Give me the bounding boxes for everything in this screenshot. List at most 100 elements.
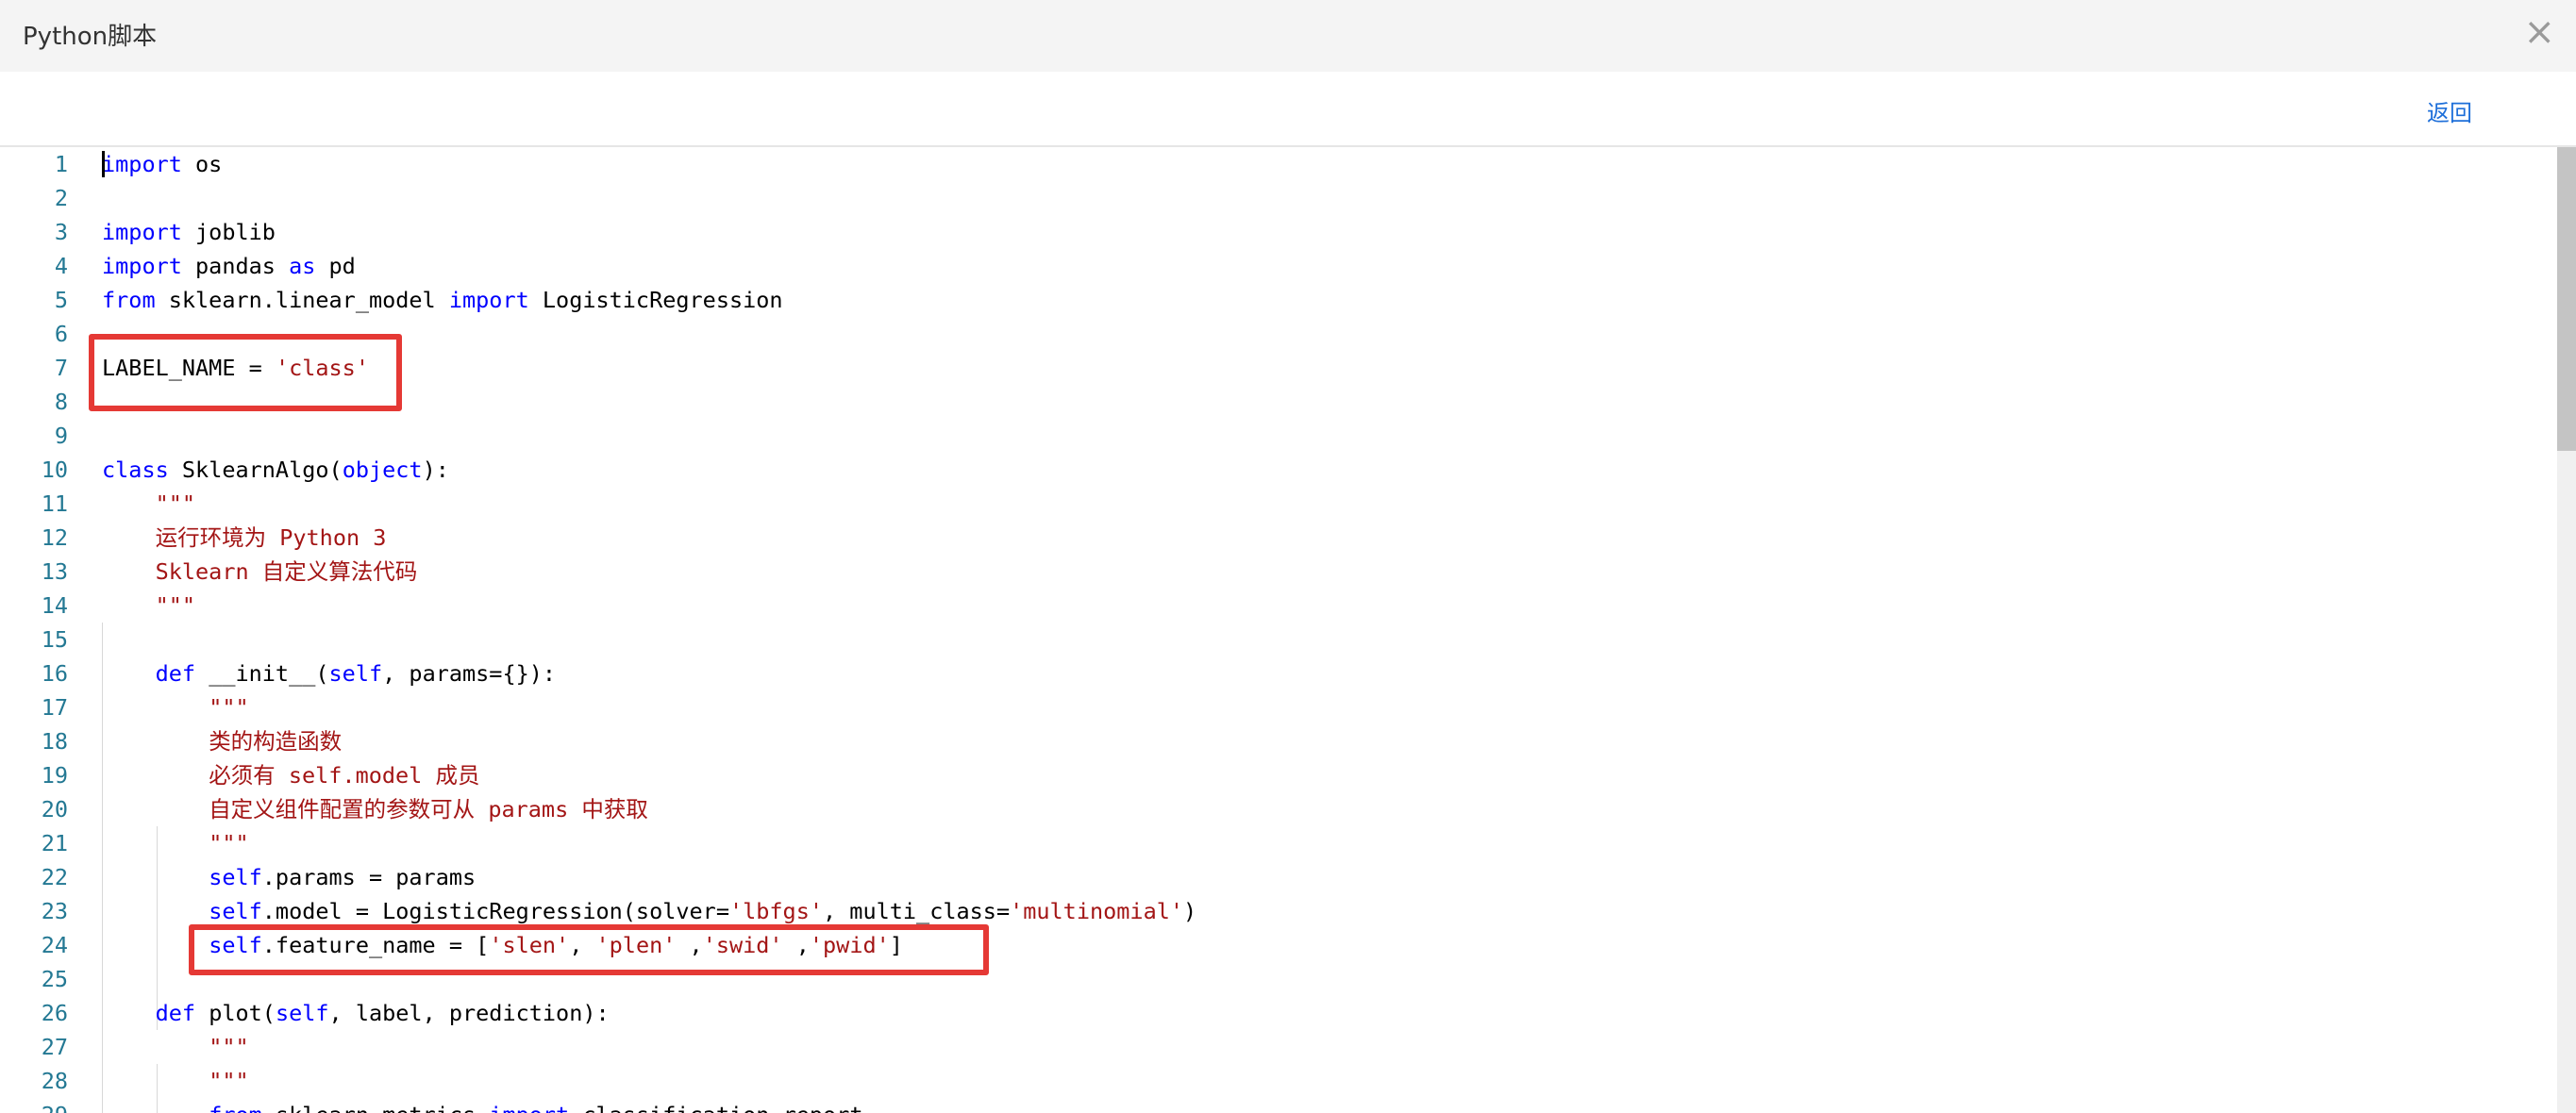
code-string: 'lbfgs': [728, 898, 824, 924]
code-keyword: import: [102, 219, 182, 245]
code-keyword: self: [209, 864, 262, 890]
code-line[interactable]: [102, 419, 2517, 453]
editor-toolbar: 返回: [0, 72, 2576, 147]
code-line[interactable]: self.params = params: [102, 860, 2517, 894]
highlight-box-feature-name: [189, 924, 989, 975]
code-keyword: def: [155, 1000, 196, 1026]
code-text: __init__(: [195, 660, 329, 687]
code-text: ):: [422, 457, 449, 483]
code-line[interactable]: import pandas as pd: [102, 249, 2517, 283]
code-string: """: [209, 1068, 249, 1094]
code-line[interactable]: [102, 181, 2517, 215]
code-line[interactable]: 必须有 self.model 成员: [102, 758, 2517, 792]
code-line[interactable]: self.model = LogisticRegression(solver='…: [102, 894, 2517, 928]
code-string: 'multinomial': [1010, 898, 1184, 924]
code-text: sklearn.metrics: [262, 1102, 490, 1113]
highlight-box-label-name: [89, 334, 402, 411]
code-line[interactable]: 自定义组件配置的参数可从 params 中获取: [102, 792, 2517, 826]
code-text: , label, prediction):: [328, 1000, 610, 1026]
line-number: 27: [41, 1034, 68, 1060]
code-line[interactable]: import joblib: [102, 215, 2517, 249]
line-number: 13: [41, 558, 68, 585]
code-string: 类的构造函数: [209, 728, 343, 755]
code-line[interactable]: from sklearn.linear_model import Logisti…: [102, 283, 2517, 317]
code-string: Sklearn 自定义算法代码: [155, 558, 418, 585]
code-line[interactable]: 类的构造函数: [102, 724, 2517, 758]
line-number: 4: [54, 253, 68, 279]
code-line[interactable]: class SklearnAlgo(object):: [102, 453, 2517, 487]
line-number: 21: [41, 830, 68, 856]
code-text: , params={}):: [382, 660, 557, 687]
code-text: sklearn.linear_model: [155, 287, 449, 313]
code-line[interactable]: """: [102, 826, 2517, 860]
line-number: 25: [41, 966, 68, 992]
close-icon[interactable]: ×: [2523, 11, 2555, 53]
code-line[interactable]: def plot(self, label, prediction):: [102, 996, 2517, 1030]
code-keyword: class: [102, 457, 169, 483]
code-keyword: self: [275, 1000, 329, 1026]
code-line[interactable]: """: [102, 690, 2517, 724]
code-text: .params = params: [261, 864, 477, 890]
code-keyword: import: [489, 1102, 569, 1113]
line-number: 17: [41, 694, 68, 721]
code-keyword: self: [328, 660, 383, 687]
code-string: 自定义组件配置的参数可从 params 中获取: [209, 796, 648, 822]
code-line[interactable]: """: [102, 487, 2517, 521]
line-number: 12: [41, 524, 68, 551]
code-line[interactable]: """: [102, 589, 2517, 623]
code-keyword: object: [342, 457, 423, 483]
line-number: 7: [54, 355, 68, 381]
code-string: """: [209, 1034, 249, 1060]
code-keyword: self: [209, 898, 262, 924]
vertical-scrollbar[interactable]: [2557, 147, 2576, 1113]
line-number: 14: [41, 592, 68, 619]
code-line[interactable]: [102, 623, 2517, 656]
line-number: 2: [54, 185, 68, 211]
line-number: 22: [41, 864, 68, 890]
code-editor[interactable]: 1 2 3 4 5 6 7 8 9 10 11 12 13 14 15 16 17 18 19 20 21 22 23 24 2…: [0, 147, 2576, 1113]
code-text: , multi_class=: [823, 898, 1011, 924]
code-keyword: import: [448, 287, 529, 313]
line-number: 8: [54, 389, 68, 415]
scrollbar-thumb[interactable]: [2557, 147, 2576, 451]
line-number: 16: [41, 660, 68, 687]
code-line[interactable]: from sklearn.metrics import classificati…: [102, 1098, 2517, 1113]
line-number: 11: [41, 490, 68, 517]
line-number: 26: [41, 1000, 68, 1026]
code-string: """: [155, 490, 196, 517]
code-keyword: def: [155, 660, 196, 687]
code-keyword: import: [102, 151, 182, 177]
line-number: 10: [41, 457, 68, 483]
line-number: 6: [54, 321, 68, 347]
code-line[interactable]: def __init__(self, params={}):: [102, 656, 2517, 690]
dialog-header: Python脚本 ×: [0, 0, 2576, 72]
line-number: 23: [41, 898, 68, 924]
code-string: """: [209, 694, 249, 721]
code-line[interactable]: import os: [102, 147, 2517, 181]
code-line[interactable]: 运行环境为 Python 3: [102, 521, 2517, 555]
code-keyword: as: [289, 253, 316, 279]
back-link[interactable]: 返回: [2427, 94, 2472, 127]
code-line[interactable]: [102, 317, 2517, 351]
code-line[interactable]: Sklearn 自定义算法代码: [102, 555, 2517, 589]
dialog-title: Python脚本: [23, 23, 158, 51]
code-string: 必须有 self.model 成员: [209, 762, 480, 789]
code-line[interactable]: LABEL_NAME = 'class': [102, 351, 2517, 385]
code-line[interactable]: """: [102, 1030, 2517, 1064]
code-line[interactable]: """: [102, 1064, 2517, 1098]
code-line[interactable]: [102, 385, 2517, 419]
code-text: classification_report: [569, 1102, 862, 1113]
